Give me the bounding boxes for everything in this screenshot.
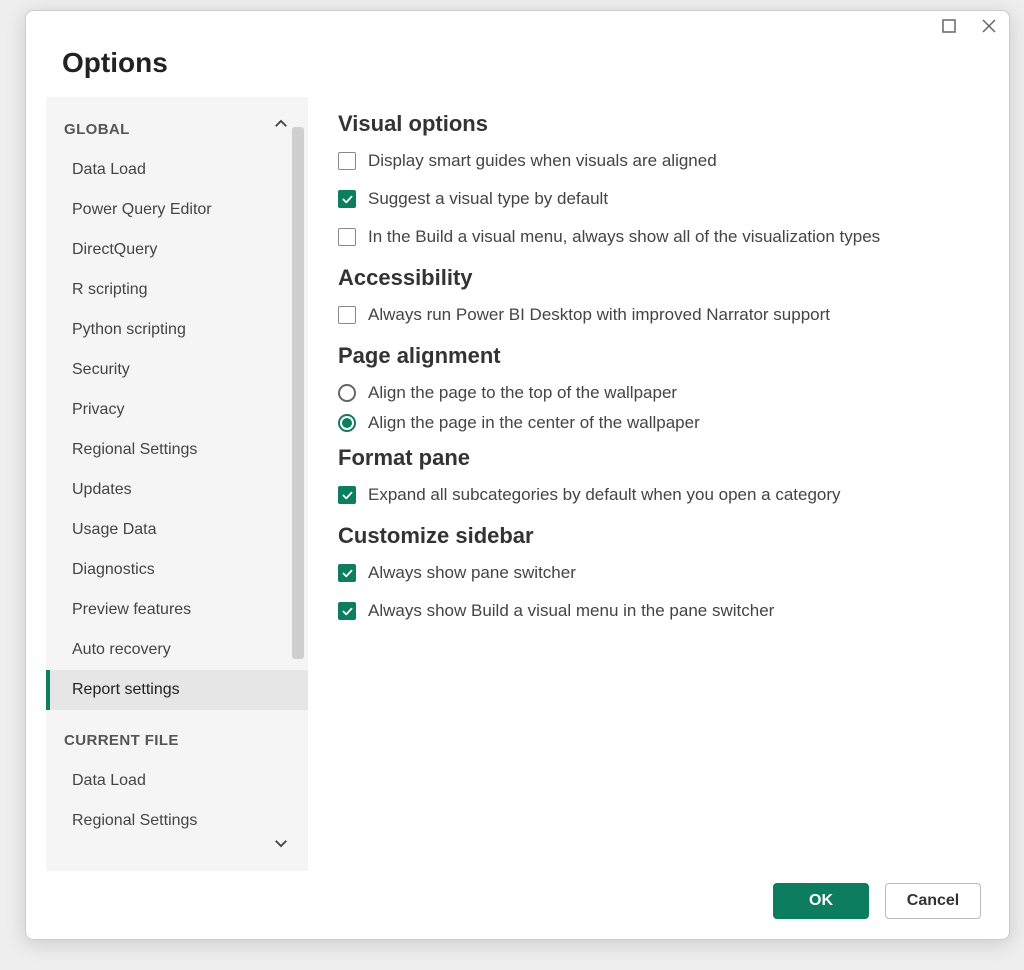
option-suggest-visual-type[interactable]: Suggest a visual type by default (338, 189, 969, 209)
sidebar-item-usage-data[interactable]: Usage Data (46, 510, 308, 550)
option-show-build-visual-menu[interactable]: Always show Build a visual menu in the p… (338, 601, 969, 621)
sidebar-item-python-scripting[interactable]: Python scripting (46, 310, 308, 350)
sidebar-item-power-query-editor[interactable]: Power Query Editor (46, 190, 308, 230)
sidebar-item-updates[interactable]: Updates (46, 470, 308, 510)
sidebar-item-regional-settings[interactable]: Regional Settings (46, 430, 308, 470)
option-label: Align the page to the top of the wallpap… (368, 383, 677, 403)
option-label: Display smart guides when visuals are al… (368, 151, 717, 171)
option-show-pane-switcher[interactable]: Always show pane switcher (338, 563, 969, 583)
option-label: Always show pane switcher (368, 563, 576, 583)
option-smart-guides[interactable]: Display smart guides when visuals are al… (338, 151, 969, 171)
radio-unchecked-icon[interactable] (338, 384, 356, 402)
dialog-footer: OK Cancel (26, 871, 1009, 939)
ok-button[interactable]: OK (773, 883, 869, 919)
option-label: Suggest a visual type by default (368, 189, 608, 209)
sidebar-item-report-settings[interactable]: Report settings (46, 670, 308, 710)
checkbox-checked-icon[interactable] (338, 602, 356, 620)
scroll-up-icon[interactable] (272, 115, 290, 138)
checkbox-unchecked-icon[interactable] (338, 306, 356, 324)
option-align-top[interactable]: Align the page to the top of the wallpap… (338, 383, 969, 403)
options-main: Visual options Display smart guides when… (308, 97, 989, 871)
dialog-body: GLOBAL Data Load Power Query Editor Dire… (26, 97, 1009, 871)
checkbox-checked-icon[interactable] (338, 564, 356, 582)
option-label: Always run Power BI Desktop with improve… (368, 305, 830, 325)
sidebar-scrollbar-thumb[interactable] (292, 127, 304, 659)
sidebar-item-r-scripting[interactable]: R scripting (46, 270, 308, 310)
options-dialog: Options GLOBAL Data Load Power Query Edi… (25, 10, 1010, 940)
cancel-button[interactable]: Cancel (885, 883, 981, 919)
sidebar-item-preview-features[interactable]: Preview features (46, 590, 308, 630)
option-label: Align the page in the center of the wall… (368, 413, 700, 433)
sidebar-item-cf-regional-settings[interactable]: Regional Settings (46, 801, 308, 841)
dialog-title: Options (26, 41, 1009, 97)
option-label: Always show Build a visual menu in the p… (368, 601, 774, 621)
group-visual-options: Visual options (338, 111, 969, 137)
sidebar-item-directquery[interactable]: DirectQuery (46, 230, 308, 270)
checkbox-unchecked-icon[interactable] (338, 152, 356, 170)
checkbox-unchecked-icon[interactable] (338, 228, 356, 246)
radio-checked-icon[interactable] (338, 414, 356, 432)
option-narrator-support[interactable]: Always run Power BI Desktop with improve… (338, 305, 969, 325)
group-page-alignment: Page alignment (338, 343, 969, 369)
sidebar-scrollbar[interactable] (292, 127, 304, 851)
checkbox-checked-icon[interactable] (338, 486, 356, 504)
dialog-titlebar (26, 11, 1009, 41)
options-sidebar: GLOBAL Data Load Power Query Editor Dire… (46, 97, 308, 871)
option-show-all-viz-types[interactable]: In the Build a visual menu, always show … (338, 227, 969, 247)
group-format-pane: Format pane (338, 445, 969, 471)
sidebar-item-security[interactable]: Security (46, 350, 308, 390)
sidebar-item-auto-recovery[interactable]: Auto recovery (46, 630, 308, 670)
sidebar-section-global: GLOBAL (46, 115, 308, 150)
group-customize-sidebar: Customize sidebar (338, 523, 969, 549)
close-icon[interactable] (981, 18, 997, 34)
sidebar-item-data-load[interactable]: Data Load (46, 150, 308, 190)
sidebar-section-current-file: CURRENT FILE (46, 710, 308, 761)
maximize-icon[interactable] (941, 18, 957, 34)
option-expand-subcategories[interactable]: Expand all subcategories by default when… (338, 485, 969, 505)
group-accessibility: Accessibility (338, 265, 969, 291)
option-align-center[interactable]: Align the page in the center of the wall… (338, 413, 969, 433)
sidebar-item-cf-data-load[interactable]: Data Load (46, 761, 308, 801)
sidebar-item-privacy[interactable]: Privacy (46, 390, 308, 430)
option-label: In the Build a visual menu, always show … (368, 227, 880, 247)
checkbox-checked-icon[interactable] (338, 190, 356, 208)
scroll-down-icon[interactable] (272, 834, 290, 857)
option-label: Expand all subcategories by default when… (368, 485, 841, 505)
sidebar-item-diagnostics[interactable]: Diagnostics (46, 550, 308, 590)
